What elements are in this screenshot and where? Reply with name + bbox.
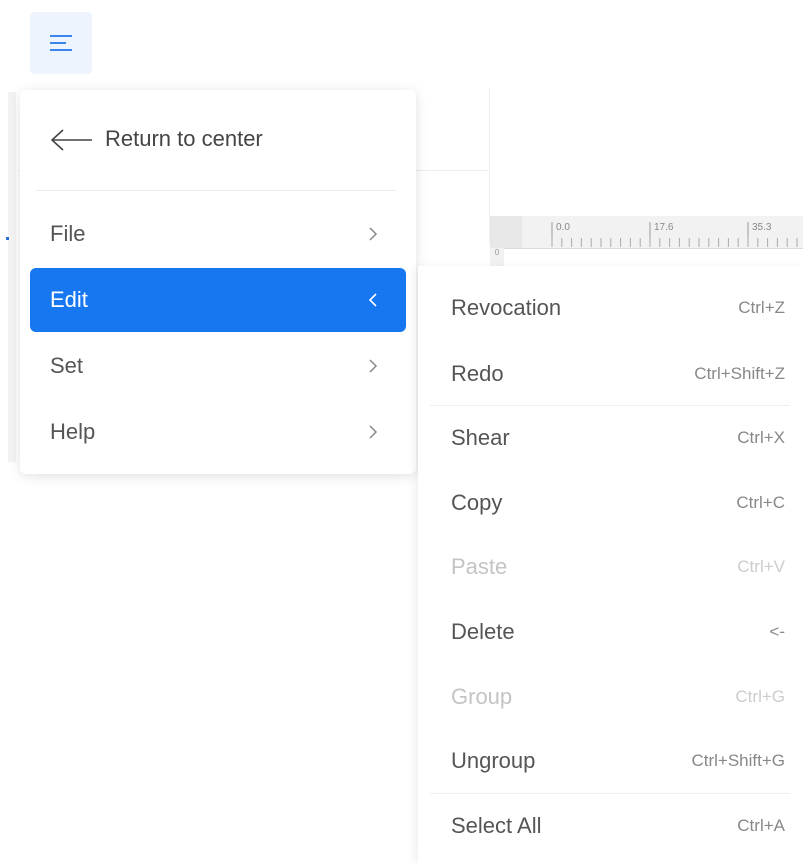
menu-item-redo[interactable]: Redo Ctrl+Shift+Z	[418, 342, 803, 406]
chevron-right-icon	[369, 227, 378, 241]
return-to-center-label: Return to center	[105, 126, 263, 151]
shortcut-label: Ctrl+Z	[738, 298, 785, 317]
menu-item-label: Ungroup	[451, 748, 536, 773]
vertical-ruler: 0	[490, 248, 504, 268]
menu-item-shear[interactable]: Shear Ctrl+X	[418, 406, 803, 470]
chevron-left-icon	[368, 293, 377, 307]
arrow-left-icon	[50, 129, 92, 151]
menu-item-file[interactable]: File	[30, 202, 406, 266]
ruler-label: 35.3	[752, 222, 772, 233]
ruler-label: 17.6	[654, 222, 674, 233]
menu-item-label: Copy	[451, 490, 503, 515]
ruler-corner	[490, 216, 522, 248]
menu-item-label: Help	[50, 419, 96, 444]
menu-item-label: Revocation	[451, 295, 562, 320]
menu-toggle-button[interactable]	[30, 12, 92, 74]
main-menu-panel: Return to center File Edit Set Help	[20, 90, 416, 474]
menu-item-select-all[interactable]: Select All Ctrl+A	[418, 794, 803, 858]
shortcut-label: Ctrl+Shift+G	[691, 751, 785, 770]
menu-item-set[interactable]: Set	[30, 334, 406, 398]
menu-item-delete[interactable]: Delete <-	[418, 600, 803, 664]
shortcut-label: Ctrl+X	[737, 428, 785, 447]
edit-submenu-panel: Revocation Ctrl+Z Redo Ctrl+Shift+Z Shea…	[418, 266, 803, 863]
selection-marker	[6, 237, 9, 240]
shortcut-label: <-	[769, 622, 785, 641]
menu-item-edit[interactable]: Edit	[30, 268, 406, 332]
divider	[36, 190, 396, 191]
menu-item-label: Edit	[50, 287, 88, 312]
menu-item-label: Set	[50, 353, 84, 378]
hamburger-menu-icon	[50, 35, 72, 51]
shortcut-label: Ctrl+C	[736, 493, 785, 512]
shortcut-label: Ctrl+G	[735, 687, 785, 706]
menu-item-label: File	[50, 221, 86, 246]
menu-item-help[interactable]: Help	[30, 400, 406, 464]
menu-item-label: Paste	[451, 554, 508, 579]
menu-item-copy[interactable]: Copy Ctrl+C	[418, 471, 803, 535]
menu-item-label: Delete	[451, 619, 515, 644]
menu-item-label: Group	[451, 684, 513, 709]
menu-item-group[interactable]: Group Ctrl+G	[418, 665, 803, 729]
menu-item-ungroup[interactable]: Ungroup Ctrl+Shift+G	[418, 729, 803, 793]
ruler-label: 0	[494, 248, 500, 257]
ruler-label: 0.0	[556, 222, 570, 233]
chevron-right-icon	[369, 359, 378, 373]
menu-item-paste[interactable]: Paste Ctrl+V	[418, 535, 803, 599]
chevron-right-icon	[369, 425, 378, 439]
shortcut-label: Ctrl+V	[737, 557, 785, 576]
shortcut-label: Ctrl+A	[737, 816, 785, 835]
menu-item-label: Shear	[451, 425, 510, 450]
menu-item-label: Redo	[451, 361, 504, 386]
menu-item-revocation[interactable]: Revocation Ctrl+Z	[418, 276, 803, 340]
horizontal-ruler: 0.0 17.6 35.3	[490, 216, 803, 249]
shortcut-label: Ctrl+Shift+Z	[694, 364, 785, 383]
menu-item-label: Select All	[451, 813, 542, 838]
return-to-center-button[interactable]: Return to center	[20, 90, 416, 190]
panel-edge	[8, 92, 16, 462]
